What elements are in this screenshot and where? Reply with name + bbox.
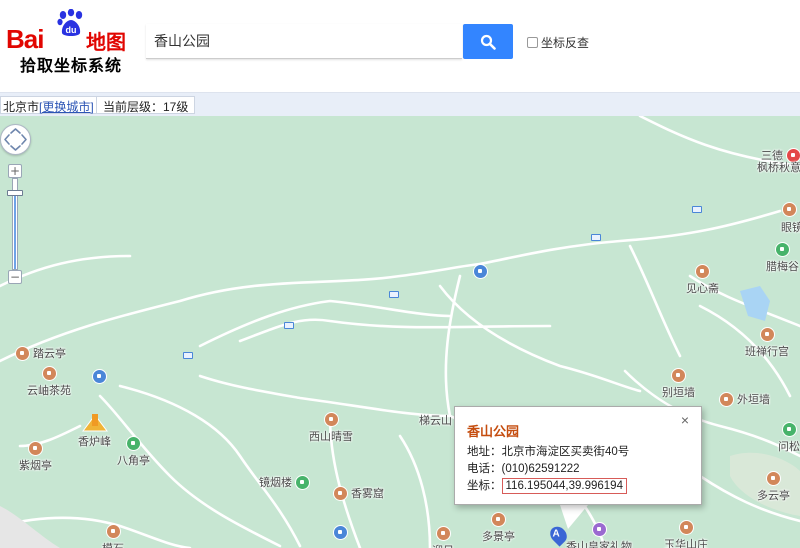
poi-yanjing-label[interactable]: 眼镜 — [753, 219, 800, 235]
info-window-title[interactable]: 香山公园 — [467, 421, 701, 440]
poi-yunxiu-tea[interactable]: 云岫茶苑 — [27, 366, 71, 398]
logo-du: du — [66, 25, 77, 35]
scenic-spot-icon — [105, 524, 121, 539]
header: Bai du 地图 拾取坐标系统 坐标反查 — [0, 0, 800, 92]
city-selector: 北京市[更换城市] — [0, 96, 99, 114]
checkbox-box[interactable] — [527, 37, 538, 48]
poi-duoyunting[interactable]: 多云亭 — [757, 471, 790, 503]
shopping-icon — [591, 522, 607, 537]
reverse-lookup-label: 坐标反查 — [541, 36, 590, 50]
poi-waiyuanqiang[interactable]: 外垣墙 — [719, 391, 770, 407]
teahouse-icon — [41, 366, 57, 381]
scenic-spot-icon — [28, 441, 43, 456]
zoom-in-button[interactable]: + — [8, 164, 22, 178]
scenic-spot-icon — [15, 345, 30, 361]
change-city-link[interactable]: [更换城市] — [39, 100, 94, 114]
search-input[interactable] — [146, 24, 462, 59]
phone-value: (010)62591222 — [501, 463, 580, 475]
poi-info-point[interactable] — [333, 525, 348, 540]
bus-stop-icon[interactable] — [389, 291, 399, 298]
logo-ditu: 地图 — [86, 32, 126, 54]
park-icon — [775, 242, 790, 257]
poi-bieyuanqiang[interactable]: 别垣墙 — [662, 368, 695, 400]
current-city: 北京市 — [3, 100, 40, 114]
baidu-map-logo[interactable]: Bai du 地图 拾取坐标系统 — [6, 8, 130, 75]
logo-subtitle: 拾取坐标系统 — [20, 58, 123, 75]
info-bar: 北京市[更换城市] 当前层级：17级 — [0, 92, 800, 116]
bus-stop-icon[interactable] — [692, 206, 702, 213]
scenic-spot-icon — [719, 391, 734, 407]
coordinate-value[interactable]: 116.195044,39.996194 — [501, 478, 627, 494]
poi-xishan-qingxue[interactable]: 西山晴雪 — [309, 412, 353, 444]
bus-icon — [473, 264, 488, 279]
address-value: 北京市海淀区买卖街40号 — [501, 446, 630, 458]
scenic-spot-icon — [435, 526, 451, 541]
poi-jingyanlou[interactable]: 镜烟楼 — [259, 474, 310, 490]
phone-row: 电话：(010)62591222 — [467, 463, 580, 475]
bus-stop-icon[interactable] — [183, 352, 193, 359]
poi-yanjing[interactable] — [782, 202, 797, 217]
zoom-out-button[interactable]: − — [8, 270, 22, 284]
poi-yuhua-shanzhuang[interactable]: 玉华山庄 — [664, 520, 708, 548]
bus-station-poi[interactable] — [473, 264, 488, 279]
scenic-spot-icon — [678, 520, 694, 535]
paw-icon: du — [57, 9, 83, 36]
poi-banchan-xinggong[interactable]: 班禅行宫 — [745, 327, 789, 359]
address-row: 地址：北京市海淀区买卖街40号 — [467, 446, 630, 458]
zoom-slider-fill — [14, 191, 16, 269]
poi-xiangwuku[interactable]: 香雾窟 — [333, 485, 384, 501]
info-icon — [333, 525, 348, 540]
bus-icon — [92, 369, 107, 384]
info-window: 香山公园 地址：北京市海淀区买卖街40号 电话：(010)62591222 坐标… — [454, 406, 702, 505]
pan-control[interactable] — [0, 124, 31, 155]
search-icon — [480, 34, 496, 50]
pan-arrows-icon — [4, 128, 27, 151]
pavilion-icon — [295, 474, 310, 490]
scenic-spot-icon — [782, 202, 797, 217]
bus-stop-icon[interactable] — [591, 234, 601, 241]
logo-bai: Bai — [6, 24, 44, 54]
poi-xianglufeng[interactable]: 香炉峰 — [78, 412, 111, 449]
bus-stop-icon[interactable] — [284, 322, 294, 329]
zoom-level-display: 当前层级：17级 — [96, 96, 196, 114]
scenic-spot-icon — [766, 471, 781, 486]
close-icon[interactable]: × — [681, 412, 689, 428]
scenic-spot-icon — [491, 512, 506, 527]
search-button[interactable] — [463, 24, 513, 59]
poi-yingri[interactable]: 迎日 — [432, 526, 454, 548]
mountain-peak-icon — [81, 414, 108, 432]
coordinate-row: 坐标： 116.195044,39.996194 — [467, 478, 701, 495]
poi-moshi[interactable]: 模石 — [102, 524, 124, 548]
poi-bajiaoting[interactable]: 八角亭 — [117, 436, 150, 468]
poi-wensong[interactable]: 问松 — [778, 422, 800, 454]
scenic-spot-icon — [323, 412, 339, 427]
bus-station-poi[interactable] — [92, 369, 107, 384]
poi-lameigu[interactable]: 腊梅谷 — [766, 242, 799, 274]
zoom-slider-thumb[interactable] — [7, 190, 23, 196]
pavilion-icon — [126, 436, 141, 451]
poi-duojingting[interactable]: 多景亭 — [482, 512, 515, 544]
marker-label: A — [552, 528, 560, 540]
poi-jianxinzhai[interactable]: 见心斋 — [686, 264, 719, 296]
map-canvas[interactable]: + − 踏云亭 云岫茶苑 紫烟亭 香炉峰 八角亭 西山晴雪 梯云山 镜烟楼 香雾… — [0, 116, 800, 548]
reverse-lookup-checkbox[interactable]: 坐标反查 — [527, 34, 589, 51]
scenic-spot-icon — [695, 264, 710, 279]
scenic-spot-icon — [671, 368, 686, 383]
info-window-tail — [560, 505, 588, 529]
poi-tayunting[interactable]: 踏云亭 — [15, 345, 66, 361]
scenic-spot-icon — [759, 327, 775, 342]
scenic-spot-icon — [333, 485, 348, 501]
poi-ziyanting[interactable]: 紫烟亭 — [19, 441, 52, 473]
poi-fengqiao-qiuyi[interactable]: 枫桥秋意 — [757, 158, 800, 175]
restroom-icon — [781, 422, 797, 437]
